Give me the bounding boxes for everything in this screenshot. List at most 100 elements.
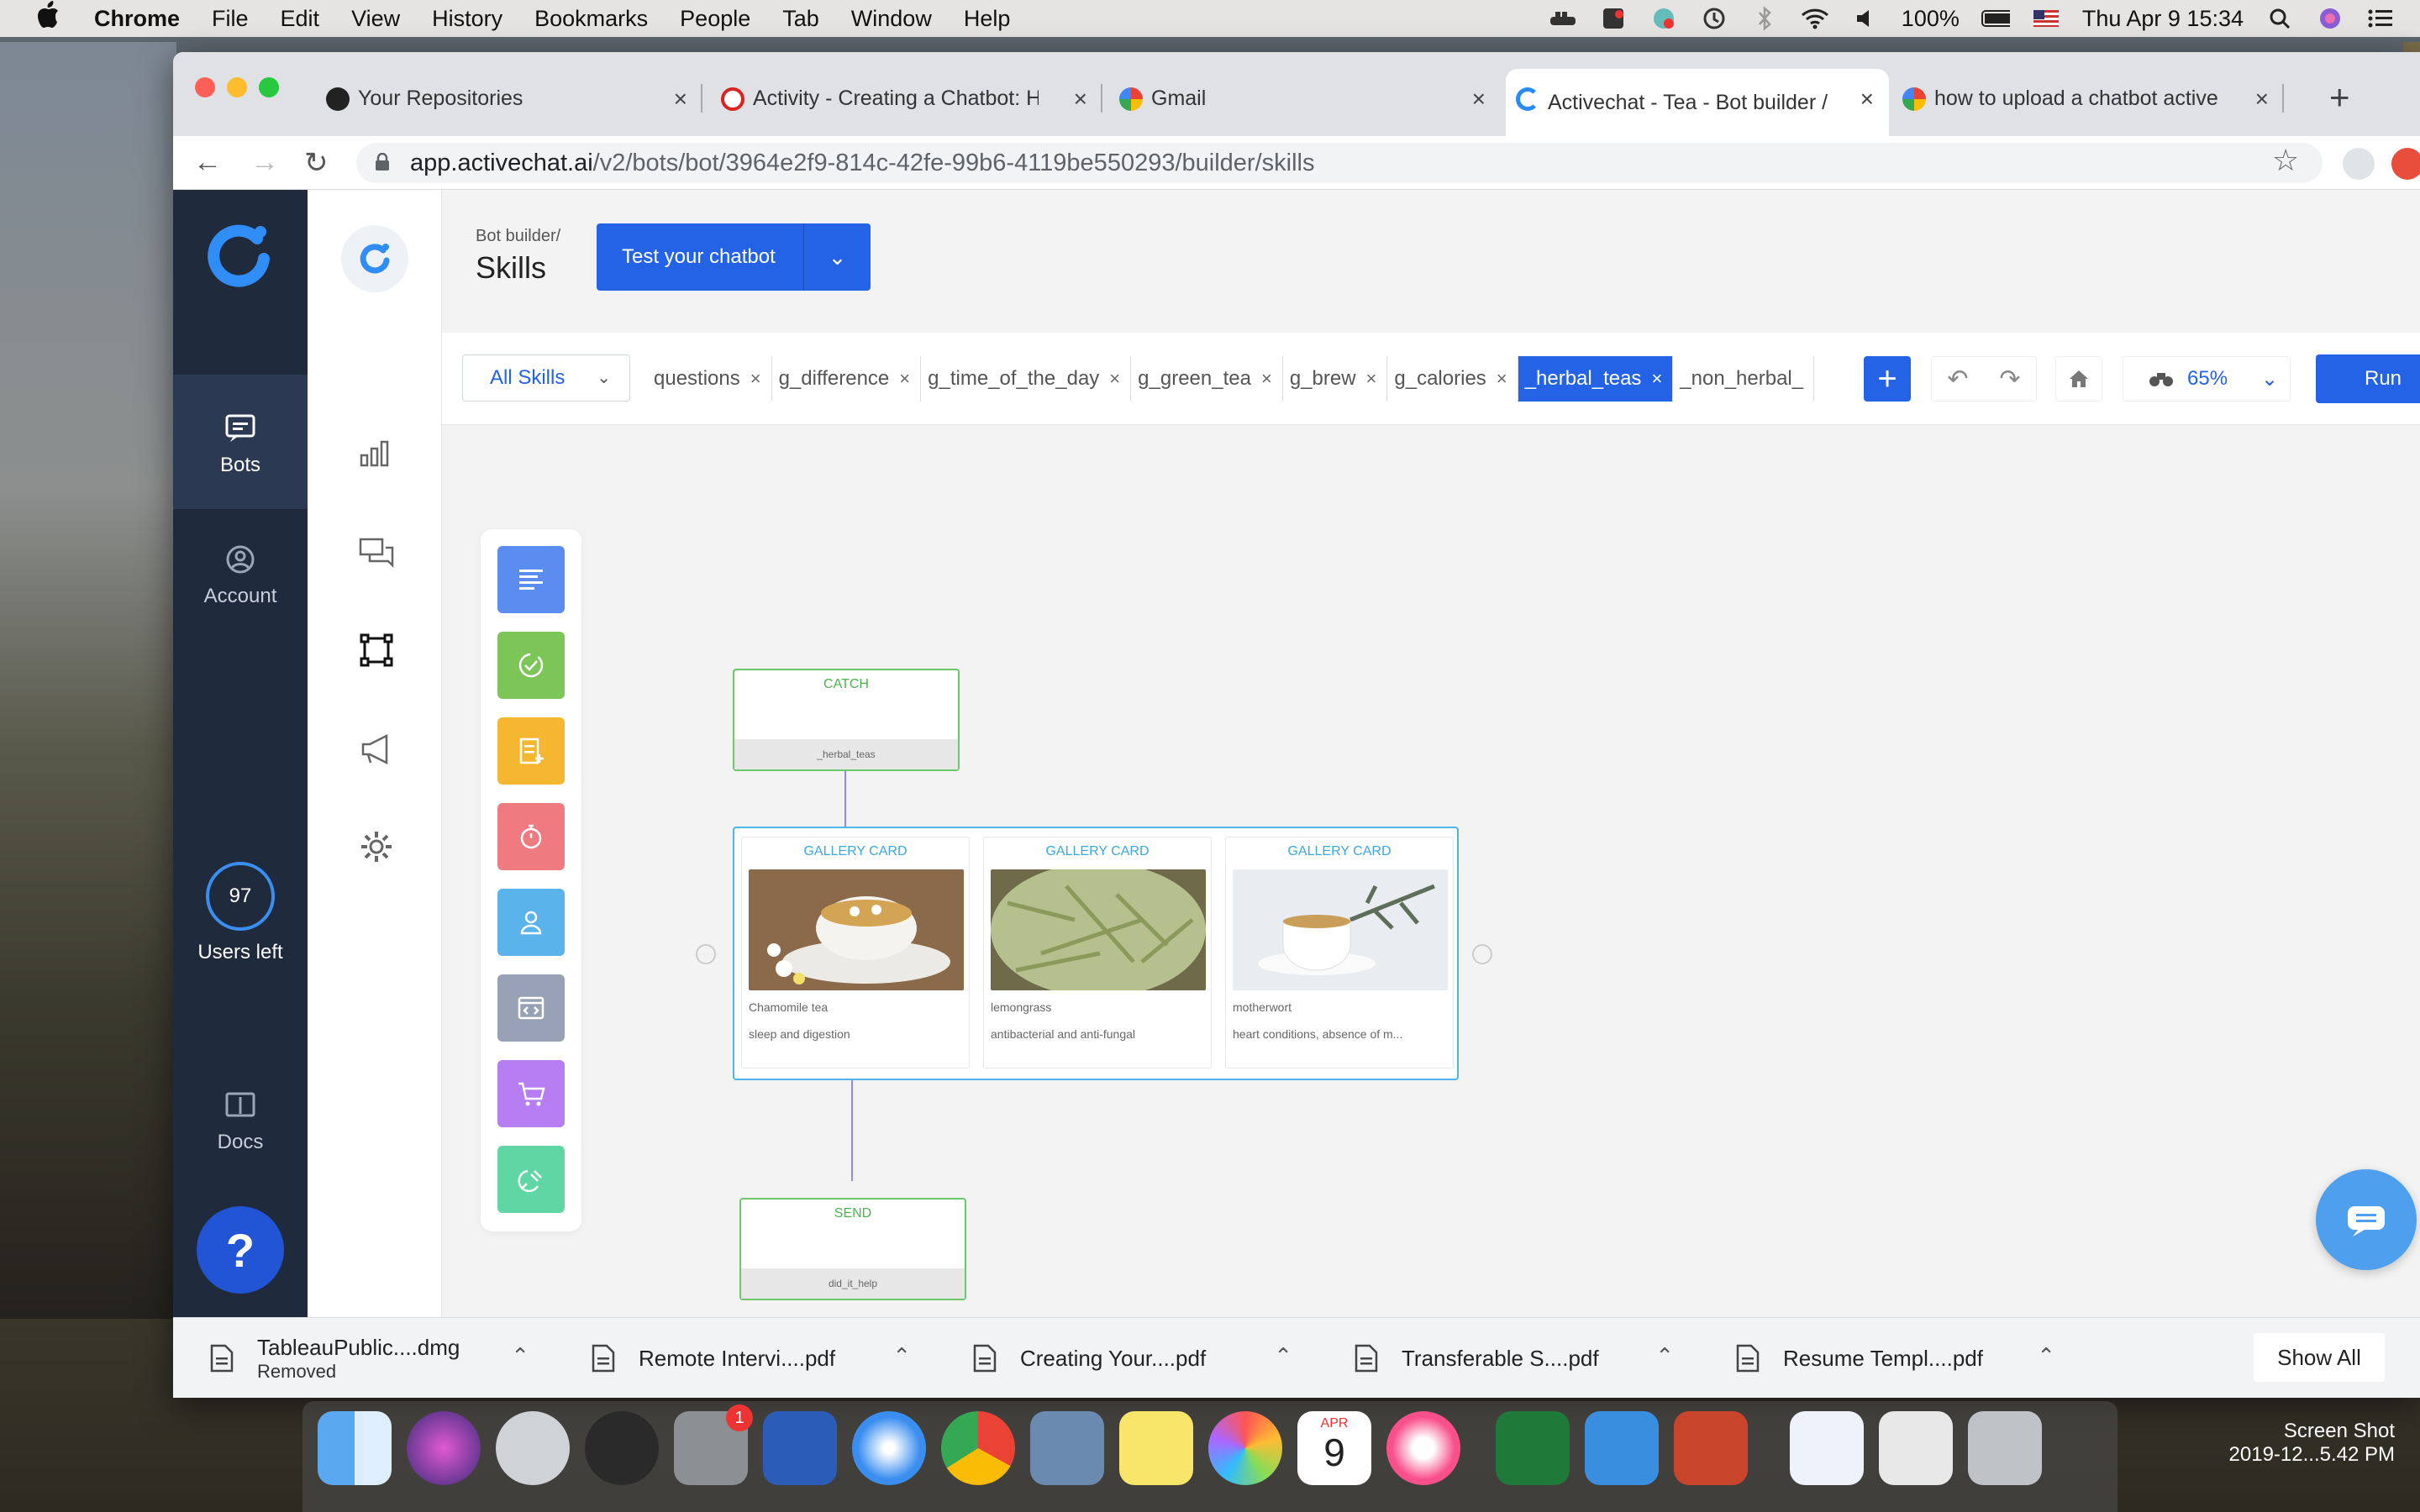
close-tab-icon[interactable]: × [1472, 86, 1486, 113]
tab-gmail[interactable]: Gmail × [1109, 69, 1501, 128]
close-tab-icon[interactable]: × [1860, 86, 1874, 113]
calendar-icon[interactable]: APR 9 [1297, 1411, 1371, 1485]
documents-folder-icon[interactable] [1790, 1411, 1864, 1485]
tab-repositories[interactable]: Your Repositories × [316, 69, 702, 128]
chevron-up-icon[interactable]: ⌃ [892, 1343, 911, 1369]
launchpad-rocket-icon[interactable] [496, 1411, 570, 1485]
activechat-logo[interactable] [205, 220, 276, 291]
back-arrow-icon[interactable]: ← [193, 146, 222, 179]
siri-icon[interactable] [407, 1411, 481, 1485]
settings-gear-icon[interactable] [358, 828, 395, 865]
menu-edit[interactable]: Edit [281, 6, 320, 32]
close-window-button[interactable] [195, 77, 215, 97]
apple-icon[interactable] [35, 1, 66, 36]
close-icon[interactable]: × [1497, 368, 1507, 390]
downloads-stack-icon[interactable] [1879, 1411, 1953, 1485]
add-skill-button[interactable]: + [1864, 356, 1911, 402]
download-item[interactable]: Creating Your....pdf ⌃ [973, 1318, 1292, 1398]
chat-widget-button[interactable] [2316, 1169, 2417, 1270]
undo-icon[interactable]: ↶ [1947, 365, 1968, 394]
volume-icon[interactable] [1851, 6, 1880, 31]
spotlight-search-icon[interactable] [2265, 6, 2294, 31]
close-icon[interactable]: × [899, 368, 910, 390]
close-tab-icon[interactable]: × [1074, 86, 1087, 113]
music-icon[interactable] [1386, 1411, 1460, 1485]
download-item[interactable]: Resume Templ....pdf ⌃ [1736, 1318, 2055, 1398]
breadcrumb[interactable]: Bot builder/ [476, 227, 560, 246]
finder-icon[interactable] [318, 1411, 392, 1485]
status-app-icon[interactable] [1599, 6, 1628, 31]
menu-view[interactable]: View [351, 6, 400, 32]
desktop-file-label[interactable]: Screen Shot 2019-12...5.42 PM [2202, 1420, 2420, 1467]
test-chatbot-button[interactable]: Test your chatbot ⌄ [597, 223, 871, 291]
siri-icon[interactable] [2316, 6, 2344, 31]
conversations-icon[interactable] [358, 534, 395, 571]
close-tab-icon[interactable]: × [674, 86, 687, 113]
gallery-card[interactable]: GALLERY CARD motherwort heart conditions… [1225, 837, 1454, 1068]
redo-icon[interactable]: ↷ [1999, 365, 2020, 394]
flow-builder-icon[interactable] [358, 632, 395, 669]
safari-compass-icon[interactable] [852, 1411, 926, 1485]
preview-icon[interactable] [1030, 1411, 1104, 1485]
menu-window[interactable]: Window [851, 6, 932, 32]
docker-icon[interactable] [1549, 6, 1577, 31]
wifi-icon[interactable] [1801, 6, 1829, 31]
bot-avatar[interactable] [341, 225, 408, 292]
stickies-icon[interactable] [1119, 1411, 1193, 1485]
chevron-up-icon[interactable]: ⌃ [511, 1343, 529, 1369]
menu-history[interactable]: History [432, 6, 502, 32]
close-icon[interactable]: × [1261, 368, 1272, 390]
skill-chip[interactable]: questions × [647, 356, 772, 402]
home-button[interactable] [2055, 356, 2102, 402]
extension-icon[interactable] [2343, 148, 2375, 180]
zoom-window-button[interactable] [259, 77, 279, 97]
tab-how-to-upload[interactable]: how to upload a chatbot active × [1892, 69, 2284, 128]
menu-help[interactable]: Help [964, 6, 1011, 32]
rail-item-bots[interactable]: Bots [173, 375, 308, 509]
new-tab-button[interactable]: + [2329, 77, 2350, 118]
all-skills-dropdown[interactable]: All Skills ⌄ [462, 354, 630, 402]
menu-bookmarks[interactable]: Bookmarks [534, 6, 648, 32]
zoom-dropdown[interactable]: 65% ⌄ [2123, 356, 2291, 402]
close-icon[interactable]: × [1651, 368, 1662, 390]
tab-activity[interactable]: Activity - Creating a Chatbot: H × [711, 69, 1102, 128]
address-bar[interactable]: app.activechat.ai/v2/bots/bot/3964e2f9-8… [356, 143, 2323, 183]
skill-chip[interactable]: g_time_of_the_day × [921, 356, 1132, 402]
chevron-up-icon[interactable]: ⌃ [2037, 1343, 2055, 1369]
gallery-card[interactable]: GALLERY CARD Chamomile tea sleep and dig… [741, 837, 970, 1068]
download-item[interactable]: Transferable S....pdf ⌃ [1355, 1318, 1674, 1398]
send-node[interactable]: SEND did_it_help [739, 1198, 966, 1300]
chrome-icon[interactable] [941, 1411, 1015, 1485]
profile-avatar[interactable] [2391, 148, 2420, 180]
forward-arrow-icon[interactable]: → [250, 146, 279, 179]
menu-app-name[interactable]: Chrome [94, 6, 180, 32]
rail-item-docs[interactable]: Docs [173, 1089, 308, 1181]
dashboard-gauge-icon[interactable] [585, 1411, 659, 1485]
close-icon[interactable]: × [1109, 368, 1120, 390]
analytics-bar-icon[interactable] [358, 433, 395, 470]
close-tab-icon[interactable]: × [2255, 86, 2269, 113]
skill-chip[interactable]: g_green_tea × [1131, 356, 1283, 402]
skill-chip-selected[interactable]: _herbal_teas × [1518, 356, 1674, 402]
download-item[interactable]: TableauPublic....dmg Removed ⌃ [210, 1318, 529, 1398]
photos-icon[interactable] [1208, 1411, 1282, 1485]
battery-icon[interactable] [1981, 6, 2010, 31]
minimize-window-button[interactable] [227, 77, 247, 97]
vpn-icon[interactable] [1649, 6, 1678, 31]
powerpoint-icon[interactable] [1674, 1411, 1748, 1485]
excel-icon[interactable] [1496, 1411, 1570, 1485]
us-flag-icon[interactable] [2032, 6, 2060, 31]
bookmark-star-icon[interactable]: ☆ [2272, 143, 2299, 178]
reload-icon[interactable]: ↻ [304, 146, 329, 180]
skill-chip[interactable]: g_calories × [1387, 356, 1518, 402]
menubar-clock[interactable]: Thu Apr 9 15:34 [2082, 6, 2244, 32]
menu-file[interactable]: File [212, 6, 249, 32]
download-item[interactable]: Remote Intervi....pdf ⌃ [592, 1318, 911, 1398]
skill-chip[interactable]: g_difference × [772, 356, 922, 402]
word-icon[interactable] [763, 1411, 837, 1485]
chevron-up-icon[interactable]: ⌃ [1655, 1343, 1674, 1369]
catch-node[interactable]: CATCH _herbal_teas [733, 669, 960, 771]
close-icon[interactable]: × [750, 368, 761, 390]
system-preferences-icon[interactable]: 1 [674, 1404, 753, 1485]
close-icon[interactable]: × [1366, 368, 1377, 390]
